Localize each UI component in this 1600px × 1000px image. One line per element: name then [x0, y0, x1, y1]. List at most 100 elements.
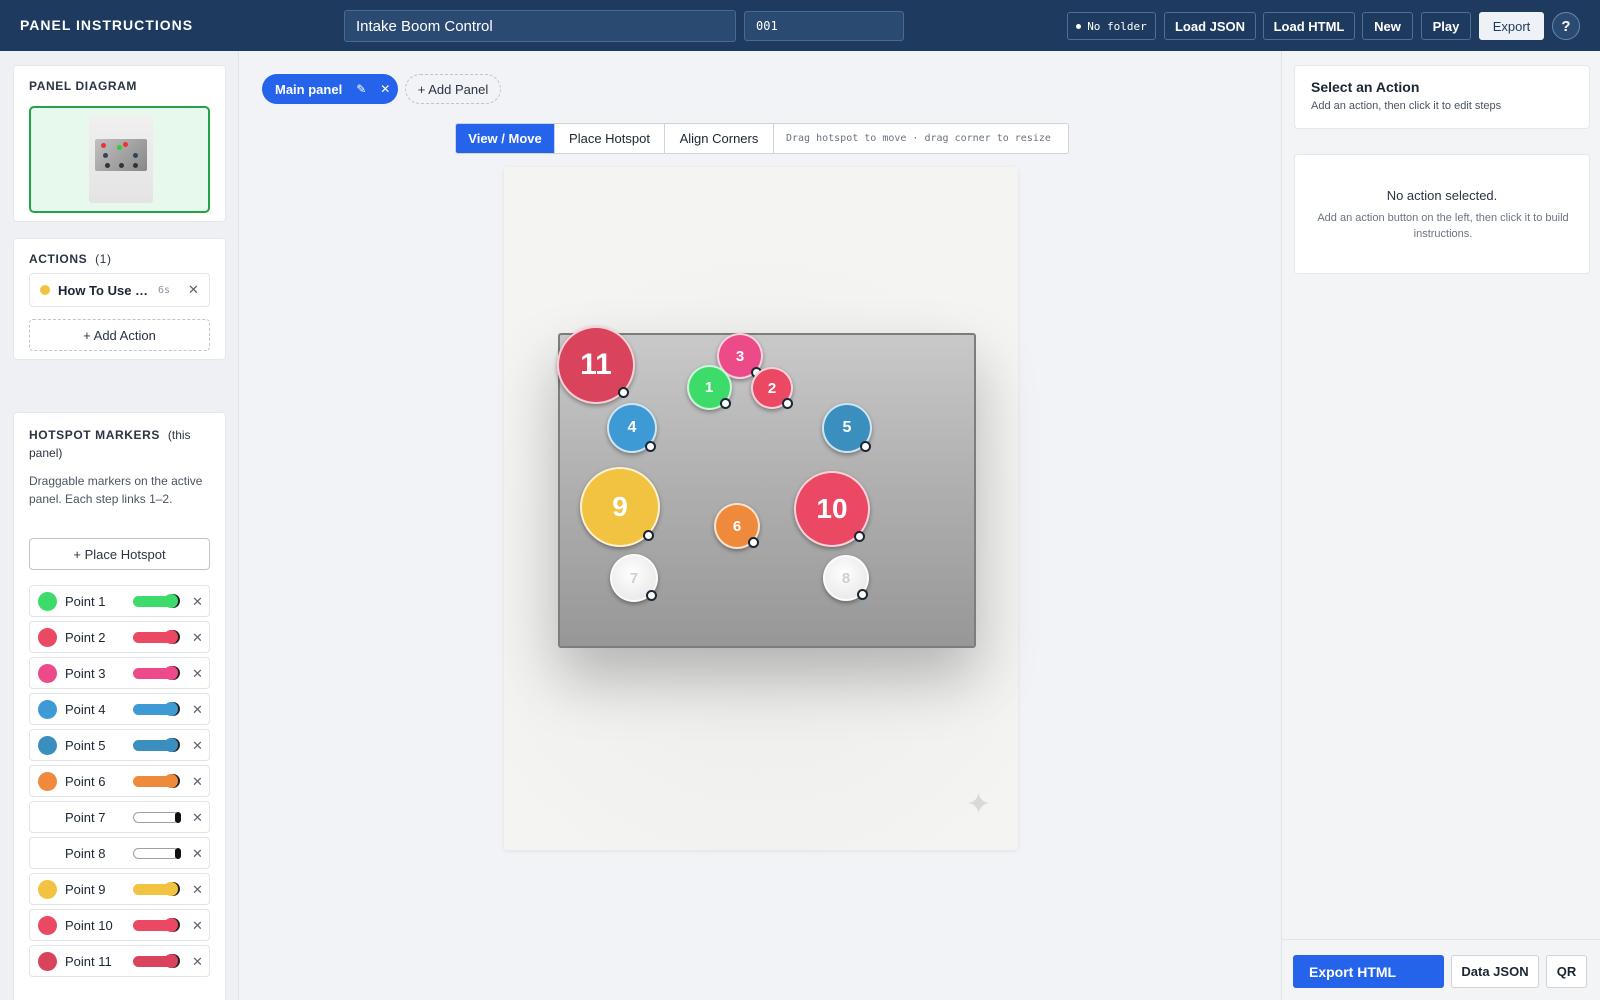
thumbnail-dot: [101, 143, 106, 148]
no-action-hint: Add an action button on the left, then c…: [1317, 212, 1569, 240]
remove-marker-icon[interactable]: ✕: [192, 738, 203, 754]
resize-handle[interactable]: [644, 440, 656, 452]
marker-visibility-toggle[interactable]: [133, 848, 181, 859]
marker-color-icon[interactable]: [38, 916, 57, 935]
data-json-button[interactable]: Data JSON: [1451, 955, 1539, 988]
thumbnail-dot: [117, 145, 122, 150]
remove-marker-icon[interactable]: ✕: [192, 774, 203, 790]
action-item[interactable]: How To Use This Panel 6s ✕: [29, 273, 210, 307]
remove-marker-icon[interactable]: ✕: [192, 702, 203, 718]
mode-place-hotspot[interactable]: Place Hotspot: [555, 124, 665, 153]
marker-visibility-toggle[interactable]: [133, 666, 179, 680]
add-action-button[interactable]: + Add Action: [29, 319, 210, 351]
remove-marker-icon[interactable]: ✕: [192, 666, 203, 682]
remove-marker-icon[interactable]: ✕: [192, 954, 203, 970]
toggle-knob: [164, 918, 178, 932]
marker-visibility-toggle[interactable]: [133, 812, 181, 823]
place-hotspot-button[interactable]: + Place Hotspot: [29, 538, 210, 570]
mode-view-move[interactable]: View / Move: [456, 124, 555, 153]
resize-handle[interactable]: [853, 530, 865, 542]
help-icon[interactable]: ?: [1552, 12, 1580, 40]
marker-color-icon[interactable]: [38, 772, 57, 791]
panel-id-input[interactable]: [744, 11, 904, 41]
markers-title-text: HOTSPOT MARKERS: [29, 428, 161, 442]
resize-handle[interactable]: [645, 589, 657, 601]
marker-row[interactable]: Point 5 ✕: [29, 729, 210, 761]
marker-color-icon[interactable]: [38, 880, 57, 899]
resize-handle[interactable]: [643, 530, 654, 541]
no-action-card: No action selected. Add an action button…: [1294, 154, 1590, 274]
thumbnail-dot: [123, 142, 128, 147]
marker-color-icon[interactable]: [38, 664, 57, 683]
folder-status-icon: [1076, 23, 1082, 29]
marker-row[interactable]: Point 11 ✕: [29, 945, 210, 977]
remove-marker-icon[interactable]: ✕: [192, 630, 203, 646]
panel-diagram-thumbnail[interactable]: [29, 106, 210, 213]
folder-button[interactable]: No folder: [1067, 12, 1156, 40]
marker-color-icon[interactable]: [38, 844, 57, 863]
toggle-knob: [175, 848, 181, 859]
marker-label: Point 1: [65, 594, 106, 609]
remove-marker-icon[interactable]: ✕: [192, 918, 203, 934]
marker-row[interactable]: Point 3 ✕: [29, 657, 210, 689]
marker-visibility-toggle[interactable]: [133, 738, 179, 752]
marker-visibility-toggle[interactable]: [133, 594, 179, 608]
select-action-title: Select an Action: [1311, 79, 1420, 95]
action-color-icon: [40, 285, 50, 295]
tab-main-panel[interactable]: Main panel ✎ ✕: [262, 74, 398, 104]
add-panel-button[interactable]: + Add Panel: [405, 74, 501, 104]
marker-visibility-toggle[interactable]: [133, 882, 179, 896]
qr-button[interactable]: QR: [1546, 955, 1587, 988]
remove-marker-icon[interactable]: ✕: [192, 810, 203, 826]
toggle-knob: [164, 630, 178, 644]
select-action-card: Select an Action Add an action, then cli…: [1294, 65, 1590, 129]
marker-label: Point 5: [65, 738, 106, 753]
no-action-title: No action selected.: [1386, 188, 1498, 203]
marker-row[interactable]: Point 8 ✕: [29, 837, 210, 869]
close-tab-icon[interactable]: ✕: [380, 82, 390, 96]
panel-title-input[interactable]: [344, 10, 736, 42]
marker-color-icon[interactable]: [38, 628, 57, 647]
marker-row[interactable]: Point 2 ✕: [29, 621, 210, 653]
marker-row[interactable]: Point 10 ✕: [29, 909, 210, 941]
export-button[interactable]: Export: [1479, 12, 1544, 40]
resize-handle[interactable]: [859, 440, 871, 452]
marker-row[interactable]: Point 6 ✕: [29, 765, 210, 797]
marker-color-icon[interactable]: [38, 952, 57, 971]
remove-marker-icon[interactable]: ✕: [192, 594, 203, 610]
marker-visibility-toggle[interactable]: [133, 954, 179, 968]
actions-card: ACTIONS (1) How To Use This Panel 6s ✕ +…: [13, 238, 226, 360]
marker-color-icon[interactable]: [38, 736, 57, 755]
play-button[interactable]: Play: [1421, 12, 1471, 40]
marker-visibility-toggle[interactable]: [133, 774, 179, 788]
thumbnail-dot: [133, 153, 138, 158]
export-html-button[interactable]: Export HTML: [1293, 955, 1444, 988]
panel-diagram-card: PANEL DIAGRAM: [13, 65, 226, 222]
remove-marker-icon[interactable]: ✕: [192, 846, 203, 862]
panel-canvas[interactable]: ✦ 11 3 1 2 4 5 9 6 10 7 8: [504, 167, 1018, 850]
marker-visibility-toggle[interactable]: [133, 630, 179, 644]
marker-visibility-toggle[interactable]: [133, 918, 179, 932]
marker-row[interactable]: Point 9 ✕: [29, 873, 210, 905]
new-button[interactable]: New: [1362, 12, 1413, 40]
toggle-knob: [164, 594, 178, 608]
markers-title: HOTSPOT MARKERS (this panel): [29, 426, 199, 462]
mode-toolbar: View / Move Place Hotspot Align Corners …: [455, 123, 1069, 154]
resize-handle[interactable]: [781, 397, 793, 409]
marker-color-icon[interactable]: [38, 592, 57, 611]
load-json-button[interactable]: Load JSON: [1164, 12, 1256, 40]
marker-color-icon[interactable]: [38, 700, 57, 719]
marker-row[interactable]: Point 7 ✕: [29, 801, 210, 833]
mode-align-corners[interactable]: Align Corners: [665, 124, 774, 153]
marker-row[interactable]: Point 4 ✕: [29, 693, 210, 725]
remove-action-icon[interactable]: ✕: [188, 282, 199, 298]
select-action-subtitle: Add an action, then click it to edit ste…: [1311, 100, 1502, 112]
marker-visibility-toggle[interactable]: [133, 702, 179, 716]
edit-pencil-icon[interactable]: ✎: [356, 82, 366, 96]
toggle-knob: [164, 738, 178, 752]
load-html-button[interactable]: Load HTML: [1263, 12, 1355, 40]
resize-handle[interactable]: [719, 397, 731, 409]
marker-row[interactable]: Point 1 ✕: [29, 585, 210, 617]
marker-color-icon[interactable]: [38, 808, 57, 827]
remove-marker-icon[interactable]: ✕: [192, 882, 203, 898]
